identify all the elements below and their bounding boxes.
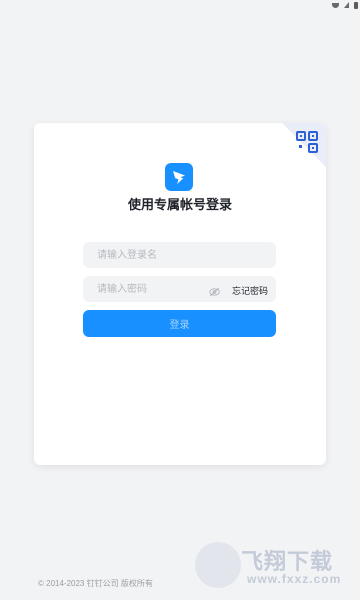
dingtalk-logo-icon [165,163,193,191]
watermark-logo: 飞翔下载 www.fxxz.com [193,542,360,596]
password-field[interactable]: 忘记密码 [83,276,276,302]
forgot-password-link[interactable]: 忘记密码 [232,284,268,297]
login-title: 使用专属帐号登录 [127,197,232,212]
wifi-icon [332,2,339,8]
password-input[interactable] [95,282,204,296]
login-card: 使用专属帐号登录 忘记密码 登录 [34,123,326,465]
login-button[interactable]: 登录 [83,310,276,337]
status-bar [0,0,360,10]
copyright-text: © 2014-2023 钉钉公司 版权所有 [38,579,153,588]
eye-off-icon[interactable] [209,284,220,297]
watermark-sub-text: www.fxxz.com [247,572,342,586]
username-input[interactable] [95,248,276,262]
qr-code-icon [282,123,326,167]
watermark-emblem-icon [195,542,241,588]
signal-icon [344,2,349,8]
qr-login-toggle[interactable] [282,123,326,167]
username-field[interactable] [83,242,276,268]
battery-icon [354,1,358,9]
